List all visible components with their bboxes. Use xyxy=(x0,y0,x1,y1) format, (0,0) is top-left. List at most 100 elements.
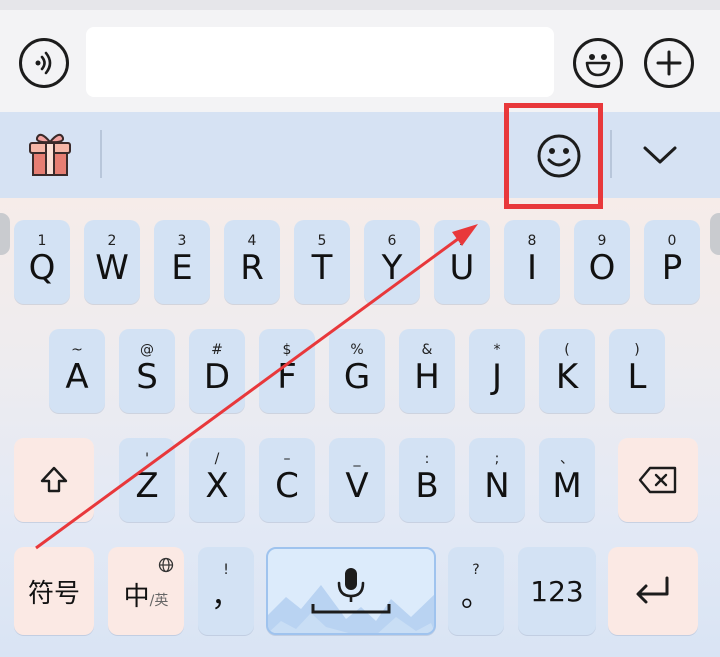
key-z[interactable]: ' Z xyxy=(119,438,175,522)
key-q[interactable]: 1Q xyxy=(14,220,70,304)
comma-primary: ， xyxy=(211,579,241,614)
chevron-down-icon[interactable] xyxy=(640,142,680,168)
key-primary-label: P xyxy=(661,248,683,288)
key-primary-label: H xyxy=(414,357,440,397)
plus-circle-icon[interactable] xyxy=(644,38,694,88)
lang-main-label: 中 xyxy=(123,581,150,612)
smiley-grin-icon[interactable] xyxy=(573,38,623,88)
key-w[interactable]: 2W xyxy=(84,220,140,304)
key-v[interactable]: _ V xyxy=(329,438,385,522)
key-f[interactable]: $ F xyxy=(259,329,315,413)
key-primary-label: U xyxy=(449,248,475,288)
key-secondary-label: 9 xyxy=(597,233,607,249)
enter-key[interactable] xyxy=(608,547,698,635)
key-secondary-label: 7 xyxy=(457,233,467,249)
key-primary-label: O xyxy=(588,248,616,288)
key-r[interactable]: 4R xyxy=(224,220,280,304)
key-secondary-label: ) xyxy=(634,342,640,358)
key-b[interactable]: :B xyxy=(399,438,455,522)
period-secondary: ? xyxy=(472,562,480,578)
key-p[interactable]: 0P xyxy=(644,220,700,304)
key-e[interactable]: 3E xyxy=(154,220,210,304)
key-primary-label: Q xyxy=(28,248,56,288)
key-primary-label: N xyxy=(484,466,510,506)
key-primary-label: J xyxy=(491,357,503,397)
key-secondary-label: 4 xyxy=(247,233,257,249)
key-primary-label: Y xyxy=(381,248,403,288)
key-t[interactable]: 5T xyxy=(294,220,350,304)
comma-secondary: ! xyxy=(223,562,229,578)
period-primary: 。 xyxy=(461,579,491,614)
key-secondary-label: $ xyxy=(282,342,292,358)
key-u[interactable]: 7U xyxy=(434,220,490,304)
key-primary-label: M xyxy=(552,466,582,506)
key-primary-label: A xyxy=(65,357,89,397)
key-secondary-label: 1 xyxy=(37,233,47,249)
key-o[interactable]: 9O xyxy=(574,220,630,304)
key-secondary-label: 3 xyxy=(177,233,187,249)
key-a[interactable]: ~ A xyxy=(49,329,105,413)
enter-return-icon xyxy=(636,576,669,604)
symbols-key[interactable]: 符号 xyxy=(14,547,94,635)
key-secondary-label: 2 xyxy=(107,233,117,249)
key-secondary-label: ' xyxy=(145,451,149,467)
key-primary-label: G xyxy=(343,357,371,397)
key-primary-label: X xyxy=(205,466,229,506)
key-primary-label: W xyxy=(95,248,129,288)
key-secondary-label: ; xyxy=(494,451,500,467)
scroll-handle-right xyxy=(710,213,720,255)
key-secondary-label: 5 xyxy=(317,233,327,249)
key-primary-label: R xyxy=(240,248,264,288)
key-i[interactable]: 8I xyxy=(504,220,560,304)
key-secondary-label: * xyxy=(493,342,501,358)
key-secondary-label: 、 xyxy=(560,451,574,467)
key-h[interactable]: & H xyxy=(399,329,455,413)
key-y[interactable]: 6Y xyxy=(364,220,420,304)
smiley-icon[interactable] xyxy=(535,132,583,180)
symbols-label: 符号 xyxy=(27,578,80,609)
microphone-icon xyxy=(311,568,391,614)
key-d[interactable]: # D xyxy=(189,329,245,413)
key-secondary-label: @ xyxy=(140,342,154,358)
key-secondary-label: ~ xyxy=(71,342,83,358)
gift-box-icon[interactable] xyxy=(26,130,74,178)
lang-sub-label: /英 xyxy=(149,593,169,609)
period-key[interactable]: ? 。 xyxy=(448,547,504,635)
key-l[interactable]: ) L xyxy=(609,329,665,413)
globe-icon xyxy=(158,557,174,577)
key-c[interactable]: – C xyxy=(259,438,315,522)
key-secondary-label: 6 xyxy=(387,233,397,249)
shift-arrow-icon xyxy=(40,466,68,493)
key-m[interactable]: 、 M xyxy=(539,438,595,522)
backspace-icon xyxy=(638,466,677,494)
message-input[interactable] xyxy=(86,27,554,97)
language-switch-key[interactable]: 中 /英 xyxy=(108,547,184,635)
voice-wave-icon[interactable] xyxy=(19,38,69,88)
key-primary-label: C xyxy=(275,466,299,506)
key-x[interactable]: / X xyxy=(189,438,245,522)
key-secondary-label: _ xyxy=(353,451,361,467)
space-key[interactable] xyxy=(266,547,436,635)
backspace-key[interactable] xyxy=(618,438,698,522)
key-secondary-label: – xyxy=(283,451,291,467)
key-secondary-label: & xyxy=(421,342,433,358)
shift-key[interactable] xyxy=(14,438,94,522)
key-secondary-label: 8 xyxy=(527,233,537,249)
key-primary-label: V xyxy=(345,466,369,506)
key-s[interactable]: @ S xyxy=(119,329,175,413)
key-n[interactable]: ; N xyxy=(469,438,525,522)
key-primary-label: K xyxy=(555,357,579,397)
scroll-handle-left xyxy=(0,213,10,255)
key-primary-label: B xyxy=(415,466,439,506)
toolbar-divider xyxy=(100,130,102,178)
key-primary-label: L xyxy=(627,357,647,397)
key-primary-label: I xyxy=(526,248,538,288)
chat-input-bar xyxy=(0,0,720,112)
comma-key[interactable]: ! ， xyxy=(198,547,254,635)
key-primary-label: F xyxy=(277,357,297,397)
key-secondary-label: ( xyxy=(564,342,570,358)
key-k[interactable]: (K xyxy=(539,329,595,413)
numbers-key[interactable]: 123 xyxy=(518,547,596,635)
key-j[interactable]: * J xyxy=(469,329,525,413)
key-g[interactable]: % G xyxy=(329,329,385,413)
